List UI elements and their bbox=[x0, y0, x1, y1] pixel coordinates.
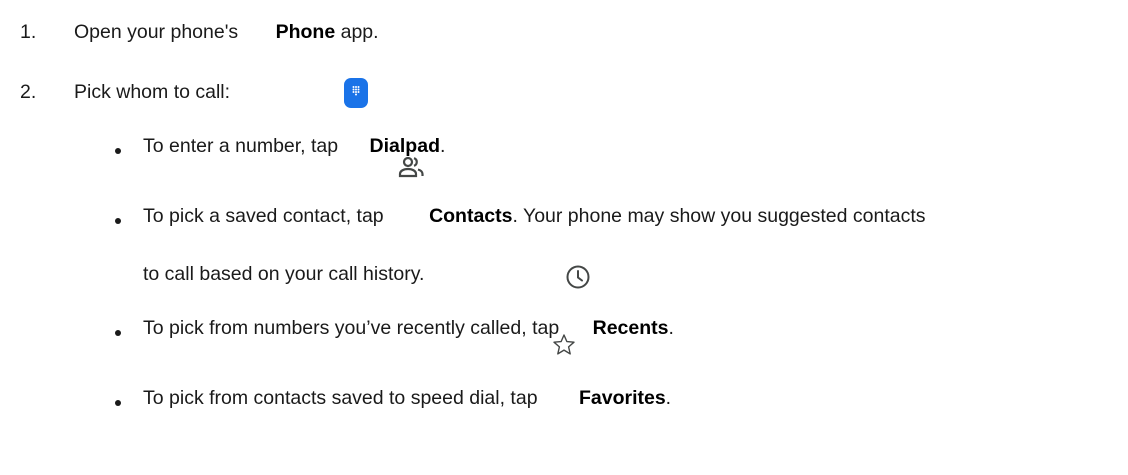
bullet-continuation-text: to call based on your call history. bbox=[143, 263, 425, 285]
bullet-item-recents: To pick from numbers you’ve recently cal… bbox=[143, 265, 674, 340]
bullet-marker bbox=[115, 400, 121, 406]
bullet-marker bbox=[115, 218, 121, 224]
bullet-text-after: . bbox=[668, 317, 674, 339]
step-2-text: Pick whom to call: bbox=[74, 81, 231, 103]
bullet-text-after: . bbox=[665, 387, 672, 409]
bullet-continuation: to call based on your call history. bbox=[143, 256, 424, 286]
bullet-item-favorites: To pick from contacts saved to speed dia… bbox=[143, 334, 672, 410]
bullet-text-before: To pick from contacts saved to speed dia… bbox=[143, 387, 543, 409]
bullet-bold-label: Contacts bbox=[429, 205, 513, 227]
phone-app-icon bbox=[244, 0, 274, 45]
bullet-marker bbox=[115, 148, 121, 154]
step-1-text-before: Open your phone's bbox=[74, 21, 244, 43]
step-2: 2. Pick whom to call: bbox=[20, 74, 230, 104]
star-icon bbox=[551, 286, 577, 404]
dialpad-icon bbox=[343, 32, 368, 154]
bullet-text-before: To enter a number, tap bbox=[143, 135, 344, 157]
bullet-item-contacts: To pick a saved contact, tap Contacts . … bbox=[143, 156, 926, 228]
step-number: 2. bbox=[20, 81, 37, 103]
bullet-text-before: To pick a saved contact, tap bbox=[143, 205, 390, 227]
contacts-icon bbox=[397, 108, 427, 226]
step-1: 1. Open your phone's Phone app. bbox=[20, 14, 379, 44]
step-1-bold-label: Phone bbox=[275, 21, 336, 43]
step-number: 1. bbox=[20, 21, 37, 43]
bullet-bold-label: Recents bbox=[592, 317, 669, 339]
bullet-text-before: To pick from numbers you’ve recently cal… bbox=[143, 317, 565, 339]
bullet-marker bbox=[115, 330, 121, 336]
bullet-bold-label: Favorites bbox=[578, 387, 666, 409]
bullet-text-after: . bbox=[439, 135, 446, 157]
